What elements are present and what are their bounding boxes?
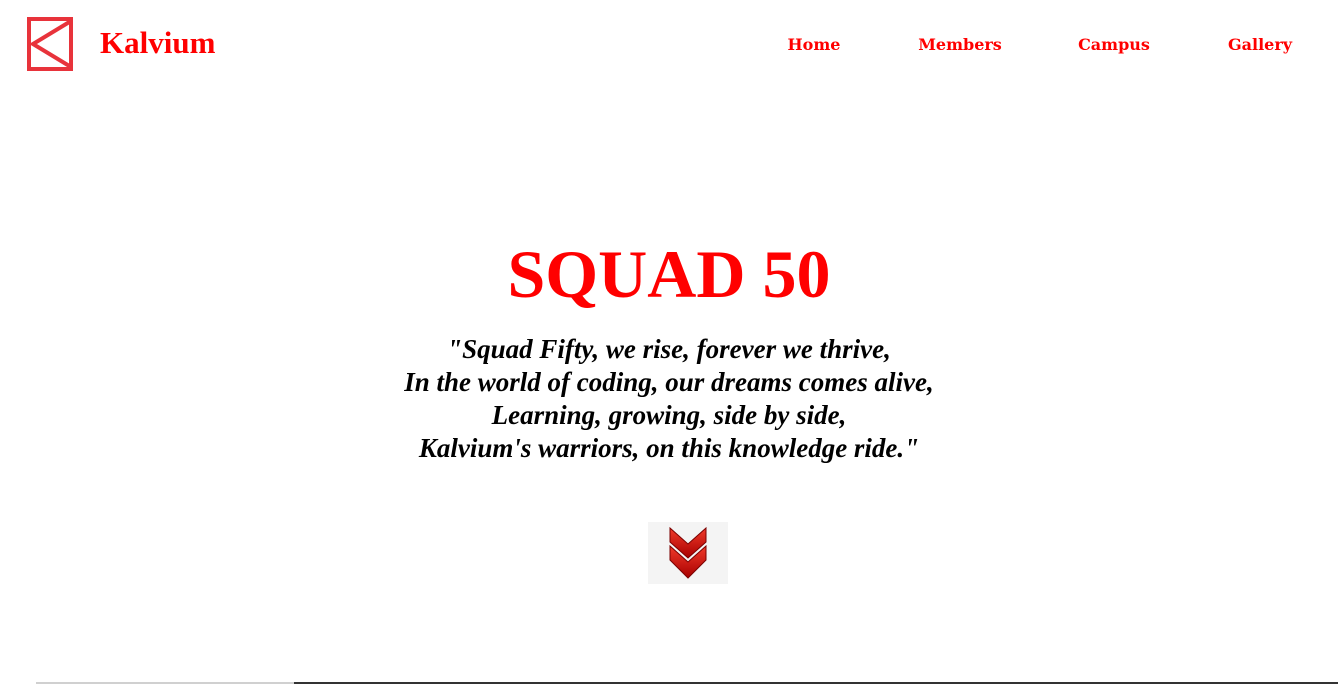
squad-poem: "Squad Fifty, we rise, forever we thrive… bbox=[0, 333, 1338, 465]
nav-link-members[interactable]: Members bbox=[918, 33, 1002, 57]
nav-link-campus[interactable]: Campus bbox=[1078, 33, 1150, 57]
poem-line: "Squad Fifty, we rise, forever we thrive… bbox=[447, 334, 891, 364]
poem-line: In the world of coding, our dreams comes… bbox=[404, 367, 934, 397]
poem-line: Kalvium's warriors, on this knowledge ri… bbox=[418, 433, 920, 463]
nav-link-gallery[interactable]: Gallery bbox=[1228, 33, 1292, 57]
scroll-down-button[interactable] bbox=[648, 522, 728, 584]
poem-line: Learning, growing, side by side, bbox=[491, 400, 847, 430]
double-chevron-down-icon bbox=[669, 526, 707, 579]
main-nav: Home Members Campus Gallery bbox=[0, 33, 1338, 57]
site-header: Kalvium Home Members Campus Gallery bbox=[0, 0, 1338, 90]
nav-link-home[interactable]: Home bbox=[788, 33, 841, 57]
hero-title: SQUAD 50 bbox=[507, 236, 831, 312]
